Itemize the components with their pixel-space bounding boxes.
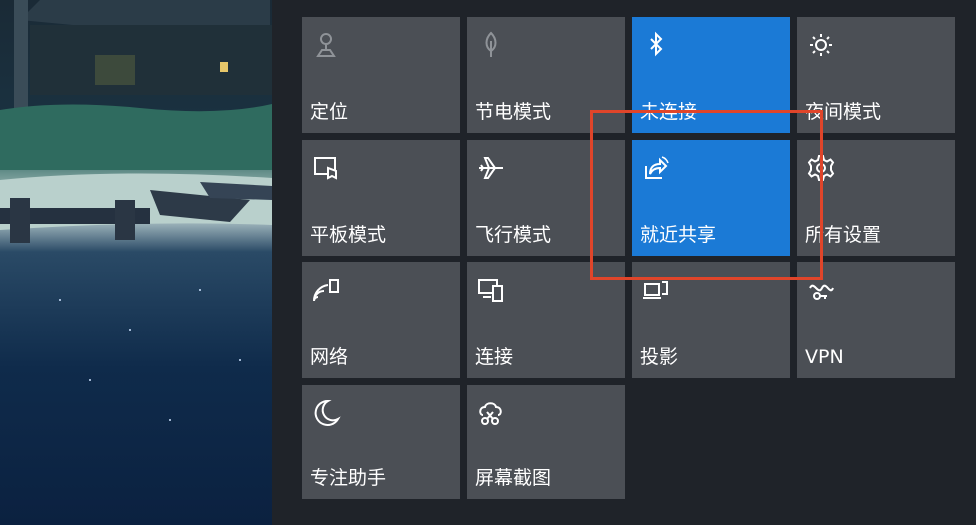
quick-action-project[interactable]: 投影 [632,262,790,378]
wallpaper-scene [0,0,272,421]
connect-icon [475,274,507,306]
quick-action-screen-snip[interactable]: 屏幕截图 [467,385,625,499]
quick-action-label: 平板模式 [310,224,387,246]
quick-action-label: 节电模式 [475,101,552,123]
quick-action-night-light[interactable]: 夜间模式 [797,17,955,133]
quick-action-label: 连接 [475,346,514,368]
location-icon [310,29,342,61]
quick-action-all-settings[interactable]: 所有设置 [797,140,955,256]
quick-action-label: 未连接 [640,101,698,123]
tablet-mode-icon [310,152,342,184]
nearby-share-icon [640,152,672,184]
quick-action-label: 专注助手 [310,467,387,489]
network-icon [310,274,342,306]
quick-action-vpn[interactable]: VPN [797,262,955,378]
desktop-wallpaper [0,0,272,525]
bluetooth-icon [640,29,672,61]
quick-action-label: 所有设置 [805,224,882,246]
quick-action-label: 投影 [640,346,679,368]
quick-action-connect[interactable]: 连接 [467,262,625,378]
battery-saver-icon [475,29,507,61]
quick-action-focus-assist[interactable]: 专注助手 [302,385,460,499]
quick-action-airplane[interactable]: 飞行模式 [467,140,625,256]
night-light-icon [805,29,837,61]
quick-action-label: 飞行模式 [475,224,552,246]
quick-action-bluetooth[interactable]: 未连接 [632,17,790,133]
quick-action-label: 网络 [310,346,349,368]
screen-snip-icon [475,397,507,429]
project-icon [640,274,672,306]
quick-action-label: 屏幕截图 [475,467,552,489]
quick-action-tablet-mode[interactable]: 平板模式 [302,140,460,256]
gear-icon [805,152,837,184]
quick-action-label: 夜间模式 [805,101,882,123]
vpn-icon [805,274,837,306]
airplane-icon [475,152,507,184]
quick-action-network[interactable]: 网络 [302,262,460,378]
quick-action-battery-saver[interactable]: 节电模式 [467,17,625,133]
quick-action-location[interactable]: 定位 [302,17,460,133]
quick-action-label: 定位 [310,101,349,123]
quick-action-nearby-share[interactable]: 就近共享 [632,140,790,256]
quick-action-label: 就近共享 [640,224,717,246]
focus-assist-icon [310,397,342,429]
quick-action-label: VPN [805,346,844,368]
